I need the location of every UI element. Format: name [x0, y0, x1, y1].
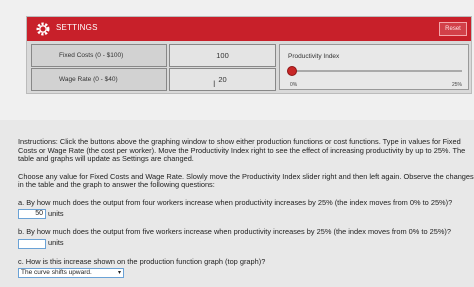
answer-c-selected: The curve shifts upward.: [21, 269, 92, 276]
text-cursor-icon: I: [213, 79, 216, 89]
answer-b-unit: units: [48, 238, 64, 248]
gear-icon: [36, 22, 50, 36]
settings-bar: SETTINGS Reset: [27, 17, 471, 41]
wage-rate-label: Wage Rate (0 - $40): [31, 68, 167, 91]
question-a: a. By how much does the output from four…: [18, 197, 453, 207]
answer-c-select[interactable]: The curve shifts upward. ▾: [18, 268, 124, 278]
fixed-costs-input[interactable]: 100: [169, 44, 276, 67]
answer-a-input[interactable]: 50: [18, 209, 46, 219]
answer-b-input[interactable]: [18, 238, 46, 249]
settings-area: SETTINGS Reset Fixed Costs (0 - $100) 10…: [0, 0, 474, 120]
question-c: c. How is this increase shown on the pro…: [18, 256, 266, 266]
instructions-paragraph: Instructions: Click the buttons above th…: [18, 137, 466, 163]
productivity-index-panel: Productivity Index 0% 25%: [279, 44, 469, 90]
productivity-slider-track[interactable]: [292, 70, 462, 72]
productivity-slider-thumb[interactable]: [287, 66, 297, 76]
productivity-index-title: Productivity Index: [288, 53, 340, 60]
chevron-down-icon: ▾: [117, 270, 121, 276]
slider-min-label: 0%: [290, 82, 298, 88]
settings-title: SETTINGS: [56, 23, 98, 32]
wage-rate-input[interactable]: 20: [169, 68, 276, 91]
answer-row-b: units: [18, 238, 474, 249]
task-paragraph: Choose any value for Fixed Costs and Wag…: [18, 171, 474, 189]
reset-button[interactable]: Reset: [439, 22, 467, 36]
question-b: b. By how much does the output from five…: [18, 227, 451, 236]
slider-max-label: 25%: [451, 82, 462, 88]
answer-a-unit: units: [48, 208, 64, 218]
answer-row-a: 50 units: [18, 209, 474, 219]
fixed-costs-label: Fixed Costs (0 - $100): [31, 44, 167, 67]
settings-panel: SETTINGS Reset Fixed Costs (0 - $100) 10…: [26, 16, 472, 94]
instructions-area: Instructions: Click the buttons above th…: [18, 137, 474, 287]
answer-row-c: The curve shifts upward. ▾: [18, 268, 474, 278]
